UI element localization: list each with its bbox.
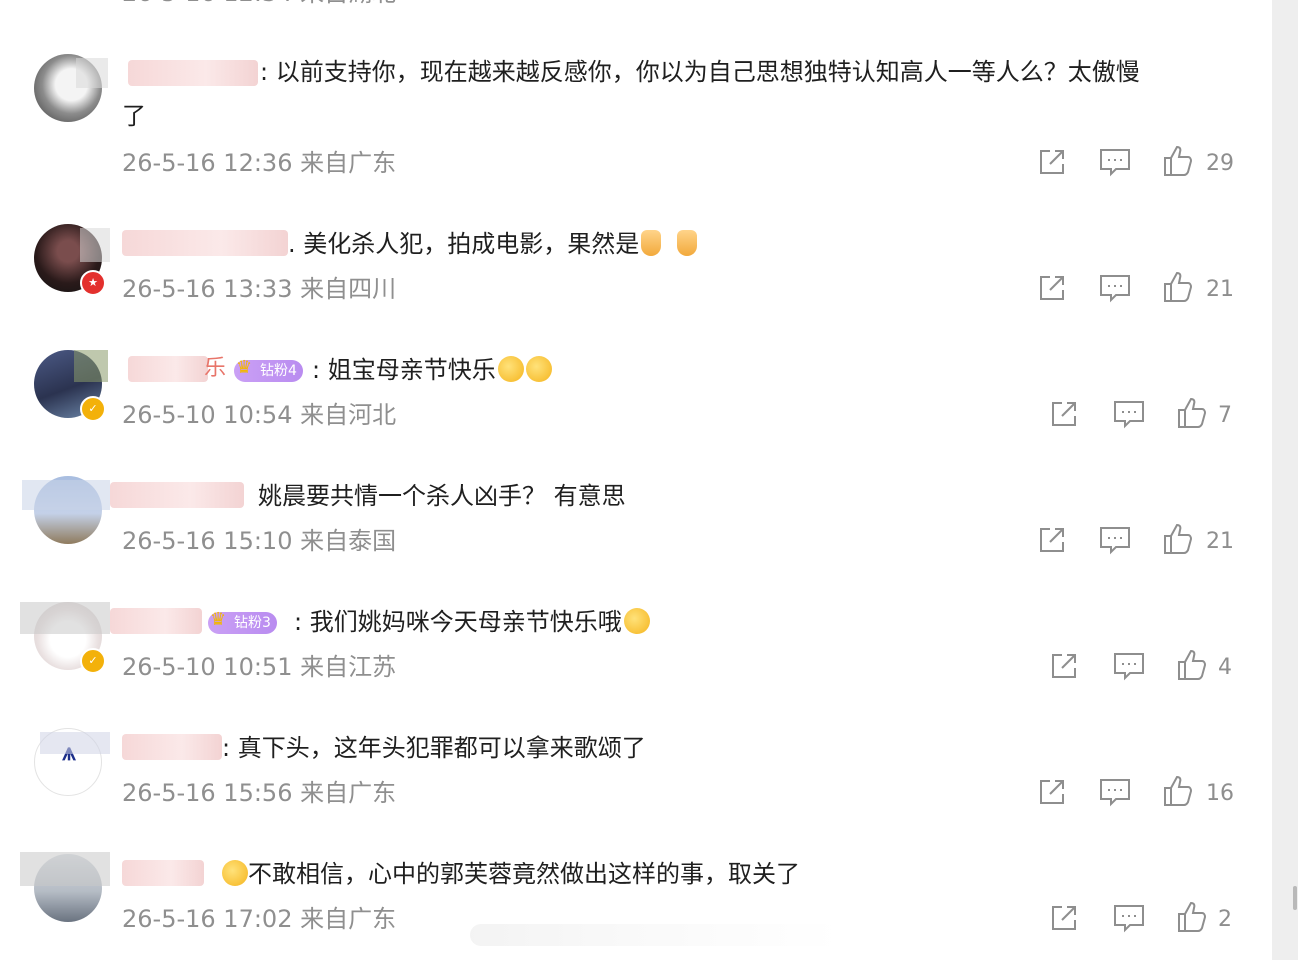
username-masked[interactable] xyxy=(128,356,208,382)
avatar-mosaic xyxy=(20,602,110,634)
comment-text: 不敢相信，心中的郭芙蓉竟然做出这样的事，取关了 xyxy=(248,860,800,888)
like-count: 21 xyxy=(1206,277,1234,302)
like-count: 4 xyxy=(1218,655,1232,680)
comment-icon[interactable] xyxy=(1098,272,1132,304)
like-icon[interactable] xyxy=(1176,648,1208,682)
previous-comment-partial: 26-5-16 12:34 来自湖北 xyxy=(0,0,1272,8)
like-icon[interactable] xyxy=(1162,522,1194,556)
like-count: 29 xyxy=(1206,151,1234,176)
avatar-mosaic xyxy=(80,228,110,262)
colon: : xyxy=(312,356,328,384)
like-count: 21 xyxy=(1206,529,1234,554)
comment-text: 真下头，这年头犯罪都可以拿来歌颂了 xyxy=(237,734,646,762)
comment-text: 我们姚妈咪今天母亲节快乐哦 xyxy=(309,608,622,636)
scrollbar-thumb[interactable] xyxy=(1293,886,1297,910)
share-icon[interactable] xyxy=(1036,272,1068,304)
comment-icon[interactable] xyxy=(1112,650,1146,682)
colon: . xyxy=(288,230,304,258)
watermark xyxy=(470,924,840,946)
emoji-icon xyxy=(497,356,524,382)
comment-meta: 26-5-16 17:02 来自广东 xyxy=(122,905,397,933)
comment-text-continued: 了 xyxy=(122,102,146,130)
avatar-mosaic xyxy=(76,58,108,88)
avatar-mosaic xyxy=(40,732,110,754)
username-tail[interactable]: 乐 xyxy=(204,354,226,384)
avatar-mosaic xyxy=(74,350,108,382)
share-icon[interactable] xyxy=(1048,902,1080,934)
like-count: 2 xyxy=(1218,907,1232,932)
share-icon[interactable] xyxy=(1036,776,1068,808)
comment-icon[interactable] xyxy=(1112,398,1146,430)
fan-badge[interactable]: ♛ 钻粉3 xyxy=(208,609,277,634)
comment-text: 美化杀人犯，拍成电影，果然是 xyxy=(303,230,640,258)
emoji-icon xyxy=(525,356,552,382)
verified-icon: ✓ xyxy=(80,396,106,422)
username-masked[interactable] xyxy=(110,482,244,508)
emoji-icon xyxy=(623,608,650,634)
crown-icon: ♛ xyxy=(210,609,227,630)
share-icon[interactable] xyxy=(1048,650,1080,682)
comment-icon[interactable] xyxy=(1098,776,1132,808)
comment-icon[interactable] xyxy=(1112,902,1146,934)
like-icon[interactable] xyxy=(1176,396,1208,430)
username-masked[interactable] xyxy=(128,60,258,86)
colon: : xyxy=(294,608,310,636)
crying-emoji-icon xyxy=(222,860,248,886)
like-icon[interactable] xyxy=(1162,774,1194,808)
scrollbar-track[interactable] xyxy=(1272,0,1298,960)
comment-meta: 26-5-16 15:56 来自广东 xyxy=(122,779,397,807)
username-masked[interactable] xyxy=(122,860,204,886)
share-icon[interactable] xyxy=(1048,398,1080,430)
comment-meta: 26-5-16 12:36 来自广东 xyxy=(122,149,397,177)
comment-meta: 26-5-16 12:34 来自湖北 xyxy=(122,0,396,8)
share-icon[interactable] xyxy=(1036,524,1068,556)
fan-badge[interactable]: ♛ 钻粉4 xyxy=(234,357,303,382)
username-masked[interactable] xyxy=(122,734,222,760)
username-masked[interactable] xyxy=(110,608,202,634)
colon: : xyxy=(222,734,238,762)
comment-icon[interactable] xyxy=(1098,146,1132,178)
comment-meta: 26-5-16 15:10 来自泰国 xyxy=(122,527,397,555)
like-count: 16 xyxy=(1206,781,1234,806)
badge-icon: ★ xyxy=(80,270,106,296)
comment-text: 以前支持你，现在越来越反感你，你以为自己思想独特认知高人一等人么？太傲慢 xyxy=(275,58,1140,86)
colon: : xyxy=(260,58,276,86)
comment-meta: 26-5-10 10:54 来自河北 xyxy=(122,401,397,429)
thumbs-up-emoji-icon xyxy=(677,230,698,256)
comment-icon[interactable] xyxy=(1098,524,1132,556)
comment-meta: 26-5-10 10:51 来自江苏 xyxy=(122,653,397,681)
like-icon[interactable] xyxy=(1162,270,1194,304)
avatar-mosaic xyxy=(20,852,110,886)
comment-text: 姐宝母亲节快乐 xyxy=(327,356,496,384)
verified-icon: ✓ xyxy=(80,648,106,674)
comment-text: 姚晨要共情一个杀人凶手？ 有意思 xyxy=(258,482,626,510)
username-masked[interactable] xyxy=(122,230,288,256)
avatar-mosaic xyxy=(22,480,110,510)
comment-meta: 26-5-16 13:33 来自四川 xyxy=(122,275,397,303)
like-icon[interactable] xyxy=(1162,144,1194,178)
thumbs-up-emoji-icon xyxy=(641,230,662,256)
crown-icon: ♛ xyxy=(236,357,253,378)
share-icon[interactable] xyxy=(1036,146,1068,178)
like-count: 7 xyxy=(1218,403,1232,428)
like-icon[interactable] xyxy=(1176,900,1208,934)
